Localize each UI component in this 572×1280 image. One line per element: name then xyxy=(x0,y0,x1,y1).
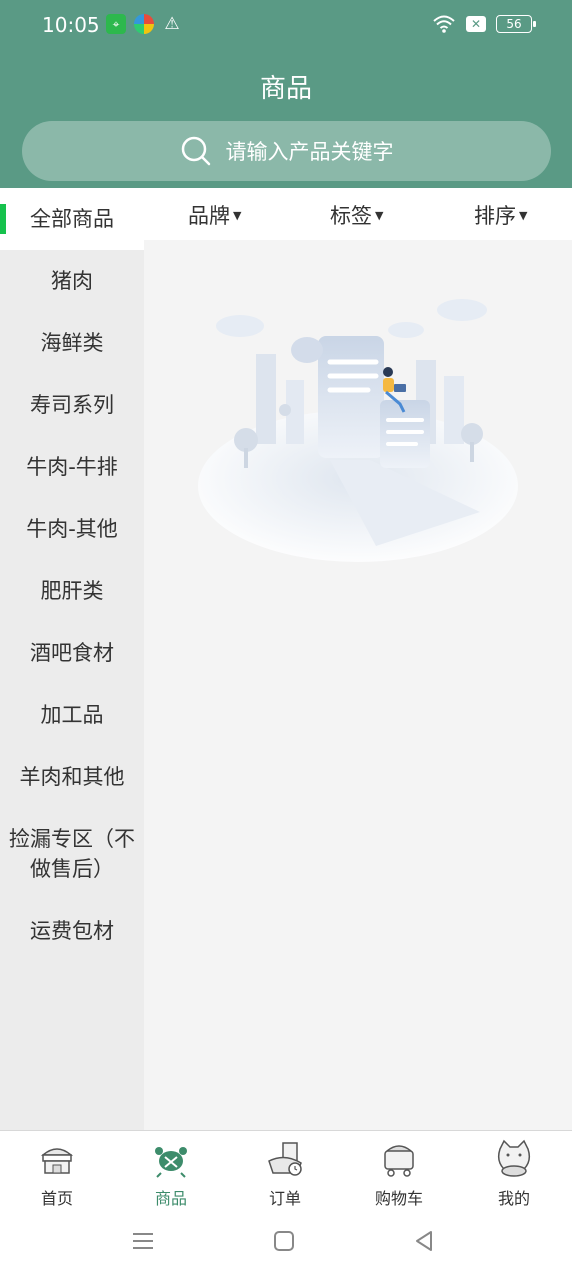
crab-icon xyxy=(155,1147,187,1178)
sidebar-item-bar-ingredients[interactable]: 酒吧食材 xyxy=(0,622,144,684)
caret-down-icon: ▼ xyxy=(375,208,384,222)
tab-label: 购物车 xyxy=(374,1189,423,1208)
sidebar-item-label: 运费包材 xyxy=(30,919,114,943)
tag-filter[interactable]: 标签 ▼ xyxy=(330,200,383,230)
bottom-tab-bar: 首页 商品 订单 购物车 我的 xyxy=(0,1130,572,1210)
sidebar-item-lamb-other[interactable]: 羊肉和其他 xyxy=(0,746,144,808)
tab-label: 商品 xyxy=(154,1189,187,1208)
sidebar-item-seafood[interactable]: 海鲜类 xyxy=(0,312,144,374)
sidebar-item-label: 牛肉-牛排 xyxy=(26,455,118,479)
tab-orders[interactable]: 订单 xyxy=(245,1139,325,1209)
search-placeholder: 请输入产品关键字 xyxy=(225,140,394,164)
battery-icon: 56 xyxy=(496,15,536,33)
sidebar-item-label: 羊肉和其他 xyxy=(19,765,125,789)
sidebar-item-label: 猪肉 xyxy=(51,269,93,293)
filter-label: 排序 xyxy=(474,204,516,228)
menu-icon[interactable] xyxy=(132,1230,154,1252)
home-icon[interactable] xyxy=(273,1230,295,1252)
empty-state-illustration xyxy=(198,299,518,562)
filter-label: 品牌 xyxy=(188,204,230,228)
sidebar-item-beef-other[interactable]: 牛肉-其他 xyxy=(0,498,144,560)
tab-label: 首页 xyxy=(40,1189,73,1208)
tab-home[interactable]: 首页 xyxy=(17,1139,97,1209)
sidebar-item-beef-steak[interactable]: 牛肉-牛排 xyxy=(0,436,144,498)
search-input[interactable]: 请输入产品关键字 xyxy=(22,121,551,181)
shop-icon xyxy=(40,1148,74,1174)
tab-label: 我的 xyxy=(497,1189,530,1208)
tab-me[interactable]: 我的 xyxy=(474,1139,554,1209)
sidebar-item-pork[interactable]: 猪肉 xyxy=(0,250,144,312)
sidebar-item-processed[interactable]: 加工品 xyxy=(0,684,144,746)
sidebar-item-label: 捡漏专区（不做售后） xyxy=(9,827,135,881)
tab-label: 订单 xyxy=(268,1189,301,1208)
tab-cart[interactable]: 购物车 xyxy=(359,1139,439,1209)
color-app-icon xyxy=(134,14,154,34)
wifi-icon xyxy=(433,15,455,33)
status-bar: 10:05 ⌖ ⚠ ✕ 56 xyxy=(0,0,572,52)
cart-icon xyxy=(384,1145,414,1177)
sidebar-item-sushi[interactable]: 寿司系列 xyxy=(0,374,144,436)
status-time: 10:05 xyxy=(42,13,100,37)
sidebar-item-label: 牛肉-其他 xyxy=(26,517,118,541)
sidebar-item-foie-gras[interactable]: 肥肝类 xyxy=(0,560,144,622)
sort-filter[interactable]: 排序 ▼ xyxy=(474,200,527,230)
filter-label: 标签 xyxy=(330,204,372,228)
sidebar-item-label: 酒吧食材 xyxy=(30,641,114,665)
warning-icon: ⚠ xyxy=(164,14,180,34)
page-title: 商品 xyxy=(259,74,312,104)
cat-icon xyxy=(497,1139,531,1177)
caret-down-icon: ▼ xyxy=(233,208,242,222)
system-navigation-bar xyxy=(0,1210,572,1280)
sidebar-item-clearance[interactable]: 捡漏专区（不做售后） xyxy=(0,808,144,900)
back-icon[interactable] xyxy=(413,1230,435,1252)
system-status: ✕ 56 xyxy=(432,14,536,34)
sidebar-item-shipping-packaging[interactable]: 运费包材 xyxy=(0,900,144,962)
product-list-area xyxy=(144,240,572,1130)
notification-icons: ⌖ ⚠ xyxy=(106,14,182,34)
caret-down-icon: ▼ xyxy=(519,208,528,222)
search-icon xyxy=(181,136,210,166)
order-icon xyxy=(268,1142,302,1176)
header: 10:05 ⌖ ⚠ ✕ 56 商品 请输入产品关键字 xyxy=(0,0,572,188)
sidebar-item-label: 加工品 xyxy=(40,703,104,727)
no-sim-icon: ✕ xyxy=(466,16,486,32)
tab-products[interactable]: 商品 xyxy=(131,1139,211,1209)
app-notification-icon: ⌖ xyxy=(106,14,126,34)
category-sidebar: 全部商品 猪肉 海鲜类 寿司系列 牛肉-牛排 牛肉-其他 肥肝类 酒吧食材 加工… xyxy=(0,188,144,1130)
sidebar-item-label: 全部商品 xyxy=(30,207,114,231)
sidebar-item-label: 海鲜类 xyxy=(40,331,104,355)
filter-bar: 品牌 ▼ 标签 ▼ 排序 ▼ xyxy=(144,188,572,240)
brand-filter[interactable]: 品牌 ▼ xyxy=(188,200,241,230)
active-indicator xyxy=(0,204,6,234)
sidebar-item-label: 肥肝类 xyxy=(40,579,104,603)
sidebar-item-label: 寿司系列 xyxy=(30,393,114,417)
sidebar-item-all[interactable]: 全部商品 xyxy=(0,188,144,250)
